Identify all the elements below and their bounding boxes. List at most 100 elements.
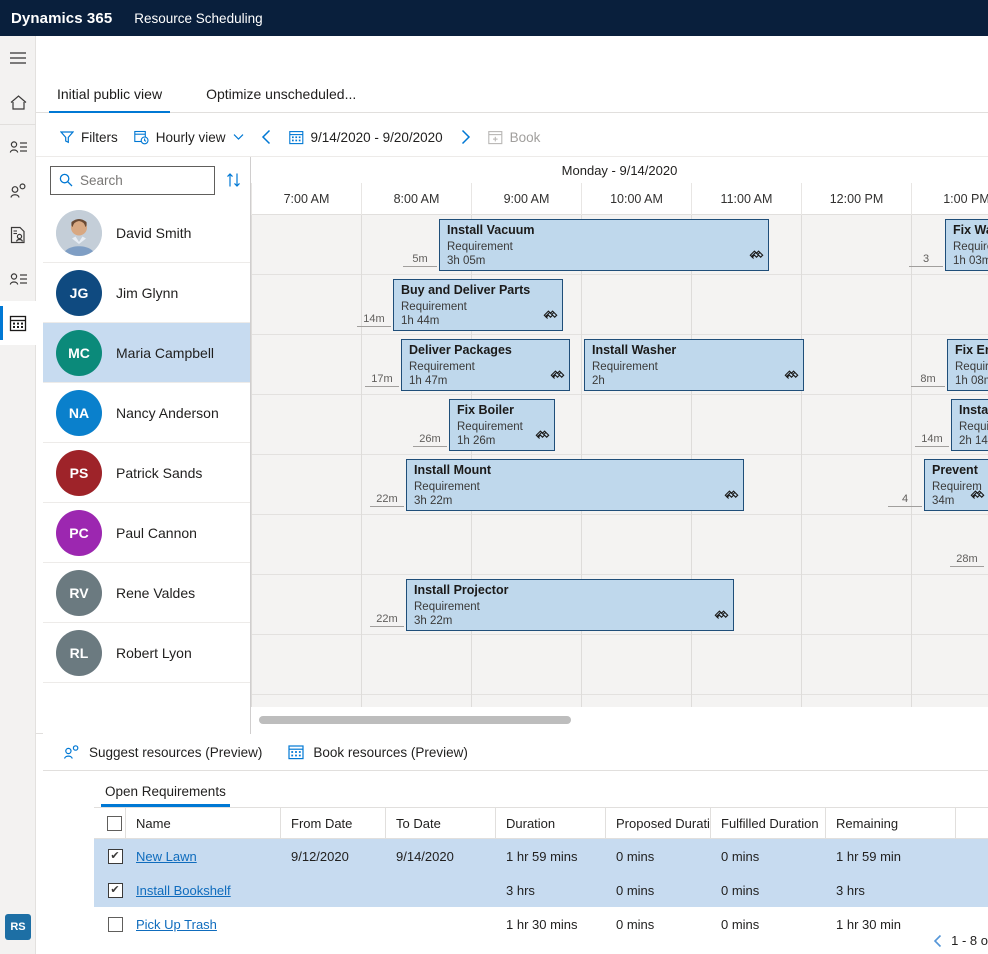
booking-subtitle: Requirement [414,600,727,614]
column-header[interactable]: Name [126,807,281,839]
row-select-cell[interactable] [94,873,126,907]
select-all-checkbox[interactable] [107,816,122,831]
next-period-button[interactable] [451,127,480,147]
booking-subtitle: Requirer [953,240,988,254]
avatar: RL [56,630,102,676]
resource-row[interactable]: JGJim Glynn [43,263,250,323]
tab-initial-public-view[interactable]: Initial public view [49,86,170,112]
filters-button[interactable]: Filters [52,126,126,149]
booking-card[interactable]: Fix WasRequirer1h 03m [945,219,988,271]
row-checkbox[interactable] [108,917,123,932]
people-add-icon[interactable] [0,169,36,213]
table-cell: 3 hrs [826,873,956,907]
hamburger-menu-icon[interactable] [0,36,36,80]
row-checkbox[interactable] [108,849,123,864]
booking-subtitle: Requirement [447,240,762,254]
date-range-picker[interactable]: 9/14/2020 - 9/20/2020 [281,126,451,149]
resource-row[interactable]: PSPatrick Sands [43,443,250,503]
requirement-link[interactable]: Pick Up Trash [136,917,217,932]
requirement-link[interactable]: Install Bookshelf [136,883,231,898]
booking-title: Buy and Deliver Parts [401,283,556,298]
booking-card[interactable]: Install VacuumRequirement3h 05m [439,219,769,271]
booking-card[interactable]: Install MountRequirement3h 22m [406,459,744,511]
resource-row[interactable]: David Smith [43,203,250,263]
column-header[interactable]: Duration [496,807,606,839]
sort-icon[interactable] [223,169,244,191]
booking-card[interactable]: PreventRequirem34m [924,459,988,511]
table-cell: 9/12/2020 [281,839,386,873]
resource-name: Rene Valdes [116,585,195,601]
resource-name: Patrick Sands [116,465,202,481]
book-label: Book [510,130,541,145]
requirement-link[interactable]: New Lawn [136,849,197,864]
book-resources-button[interactable]: Book resources (Preview) [288,744,468,760]
resource-row[interactable]: PCPaul Cannon [43,503,250,563]
avatar: NA [56,390,102,436]
booking-card[interactable]: Fix BoilerRequirement1h 26m [449,399,555,451]
book-button[interactable]: Book [480,126,549,149]
column-header[interactable]: To Date [386,807,496,839]
user-badge[interactable]: RS [5,914,31,940]
table-row[interactable]: Install Bookshelf3 hrs0 mins0 mins3 hrs [94,873,988,907]
chevron-left-icon[interactable] [933,934,943,948]
resource-row[interactable]: RVRene Valdes [43,563,250,623]
timeline-grid[interactable]: 5mInstall VacuumRequirement3h 05m3Fix Wa… [251,215,988,707]
requirement-name-cell[interactable]: Install Bookshelf [126,873,281,907]
travel-time: 28m [950,545,984,567]
booking-duration: 1h 08m [955,374,988,388]
handshake-icon [535,429,550,448]
suggest-resources-button[interactable]: Suggest resources (Preview) [63,745,262,760]
column-header[interactable]: Proposed Durati... [606,807,711,839]
scrollbar-thumb[interactable] [259,716,571,724]
tab-open-requirements[interactable]: Open Requirements [105,784,226,807]
grid-line [361,215,362,707]
table-cell: 1 hr 59 mins [496,839,606,873]
document-person-icon[interactable] [0,213,36,257]
timeline-hour-header: 7:00 AM8:00 AM9:00 AM10:00 AM11:00 AM12:… [251,183,988,215]
booking-duration: 3h 05m [447,254,762,268]
handshake-icon [784,369,799,388]
booking-duration: 1h 47m [409,374,563,388]
booking-card[interactable]: Buy and Deliver PartsRequirement1h 44m [393,279,563,331]
contact-list-icon-2[interactable] [0,257,36,301]
row-select-cell[interactable] [94,907,126,941]
search-input[interactable]: Search [50,166,215,195]
booking-card[interactable]: Install WasherRequirement2h [584,339,804,391]
resource-search-row: Search [43,157,250,203]
table-cell: 0 mins [606,839,711,873]
column-header[interactable]: Fulfilled Duration [711,807,826,839]
row-checkbox[interactable] [108,883,123,898]
suggest-resources-label: Suggest resources (Preview) [89,745,262,760]
row-select-cell[interactable] [94,839,126,873]
booking-card[interactable]: Deliver PackagesRequirement1h 47m [401,339,570,391]
user-badge-container: RS [0,914,36,940]
avatar: PC [56,510,102,556]
calendar-icon[interactable] [0,301,36,345]
booking-title: Prevent [932,463,983,478]
booking-duration: 2h [592,374,797,388]
column-header[interactable]: From Date [281,807,386,839]
table-row[interactable]: Pick Up Trash1 hr 30 mins0 mins0 mins1 h… [94,907,988,941]
contact-list-icon[interactable] [0,125,36,169]
resource-row[interactable]: RLRobert Lyon [43,623,250,683]
booking-card[interactable]: InstallRequire2h 14m [951,399,988,451]
requirement-name-cell[interactable]: Pick Up Trash [126,907,281,941]
column-header[interactable]: Remaining [826,807,956,839]
tab-optimize-unscheduled[interactable]: Optimize unscheduled... [198,86,364,112]
view-mode-label: Hourly view [156,130,226,145]
resource-row[interactable]: MCMaria Campbell [43,323,250,383]
resource-name: Jim Glynn [116,285,178,301]
resource-pane: Search David SmithJGJim GlynnMCMaria Cam… [43,157,251,734]
resource-list[interactable]: David SmithJGJim GlynnMCMaria CampbellNA… [43,203,250,734]
horizontal-scrollbar[interactable] [251,707,988,734]
select-all-cell[interactable] [94,807,126,839]
requirement-name-cell[interactable]: New Lawn [126,839,281,873]
table-row[interactable]: New Lawn9/12/20209/14/20201 hr 59 mins0 … [94,839,988,873]
previous-period-button[interactable] [252,127,281,147]
view-mode-dropdown[interactable]: Hourly view [126,126,252,149]
booking-card[interactable]: Install ProjectorRequirement3h 22m [406,579,734,631]
travel-time: 26m [413,425,447,447]
booking-card[interactable]: Fix EngRequirer1h 08m [947,339,988,391]
resource-row[interactable]: NANancy Anderson [43,383,250,443]
home-icon[interactable] [0,80,36,124]
